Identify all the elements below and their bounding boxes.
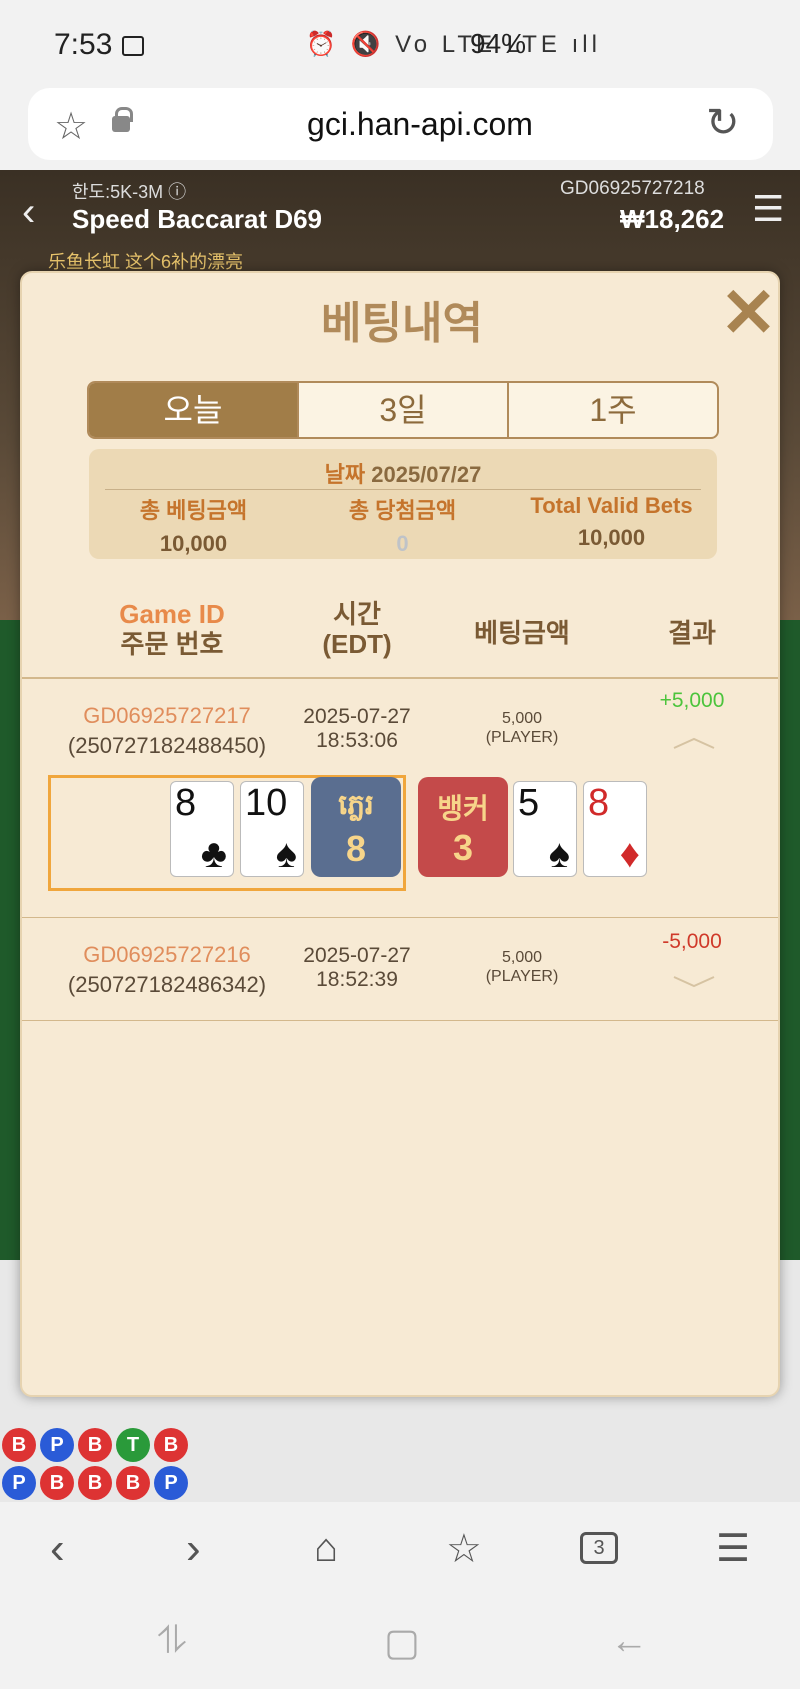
lock-icon[interactable]	[112, 107, 133, 132]
game-back-icon[interactable]: ‹	[22, 190, 35, 235]
bead-p: P	[2, 1466, 36, 1500]
row-amount: 5,000	[501, 710, 543, 727]
browser-nav-bar	[0, 1502, 800, 1594]
valid-bets: Total Valid Bets 10,000	[530, 493, 693, 550]
chevron-down-icon[interactable]	[672, 976, 716, 988]
menu-icon[interactable]: ☰	[716, 1526, 750, 1571]
bead-p: P	[40, 1428, 74, 1462]
status-bar: 7:53 ⏰ 🔇 Vo LTE LTE ıll 94%	[0, 0, 800, 86]
player-card-1: 8 ♣	[170, 781, 234, 877]
back-icon[interactable]: ←	[610, 1620, 648, 1663]
bet-history-modal: 베팅내역 ✕ 오늘 3일 1주 날짜 2025/07/27 총 베팅금액 10,…	[20, 271, 780, 1397]
bookmark-star-icon[interactable]: ☆	[446, 1526, 482, 1572]
row-game-id: GD06925727217	[83, 703, 251, 728]
bet-row[interactable]: GD06925727216 (250727182486342) 2025-07-…	[22, 918, 778, 1018]
url-text[interactable]: gci.han-api.com	[230, 106, 610, 143]
bead-b: B	[40, 1466, 74, 1500]
table-name: Speed Baccarat D69	[72, 204, 323, 234]
total-bet: 총 베팅금액 10,000	[139, 498, 248, 556]
row-amount: 5,000	[501, 949, 543, 966]
row-order-no: (250727182486342)	[67, 972, 267, 997]
bead-b: B	[154, 1428, 188, 1462]
bead-b: B	[78, 1428, 112, 1462]
chevron-up-icon[interactable]	[672, 737, 716, 749]
row-time: 18:52:39	[316, 968, 398, 991]
bead-p: P	[154, 1466, 188, 1500]
recent-apps-icon[interactable]: ⥮	[158, 1620, 186, 1663]
banker-score-tag: 뱅커 3	[418, 777, 508, 877]
summary-date: 날짜 2025/07/27	[324, 462, 482, 487]
period-tabs: 오늘 3일 1주	[87, 381, 719, 439]
close-icon[interactable]: ✕	[720, 279, 777, 347]
status-icons: ⏰ 🔇 Vo LTE LTE ıll	[306, 31, 601, 58]
header-bet-amount: 베팅금액	[474, 618, 570, 648]
bead-b: B	[116, 1466, 150, 1500]
row-result: -5,000	[662, 930, 722, 953]
bead-t: T	[116, 1428, 150, 1462]
home-icon[interactable]: ⌂	[314, 1526, 338, 1571]
row-date: 2025-07-27	[303, 944, 411, 967]
modal-title: 베팅내역	[321, 299, 483, 348]
bet-limit: 한도:5K-3M ⓘ	[72, 182, 187, 202]
bead-b: B	[2, 1428, 36, 1462]
row-date: 2025-07-27	[303, 705, 411, 728]
home-button-icon[interactable]: ▢	[384, 1620, 420, 1665]
balance: ₩18,262	[620, 204, 725, 234]
row-side: (PLAYER)	[485, 729, 559, 746]
player-score-tag: ភ្លេរ 8	[311, 777, 401, 877]
game-menu-icon[interactable]: ☰	[752, 188, 784, 230]
bookmark-star-icon[interactable]: ☆	[54, 104, 88, 149]
bet-row[interactable]: GD06925727217 (250727182488450) 2025-07-…	[22, 677, 778, 917]
row-side: (PLAYER)	[485, 968, 559, 985]
total-win: 총 당첨금액 0	[348, 498, 457, 556]
header-time: 시간 (EDT)	[322, 599, 392, 659]
status-time: 7:53	[54, 28, 113, 61]
tab-1week[interactable]: 1주	[509, 383, 717, 437]
row-time: 18:53:06	[316, 729, 398, 752]
banker-card-1: 5 ♠	[513, 781, 577, 877]
banker-card-2: 8 ♦	[583, 781, 647, 877]
header-game-id: Game ID 주문 번호	[119, 599, 225, 659]
current-game-id: GD06925727218	[560, 178, 705, 199]
round-cards: 8 ♣ 10 ♠ ភ្លេរ 8 뱅커 3 5 ♠ 8 ♦	[22, 769, 778, 899]
row-game-id: GD06925727216	[83, 942, 251, 967]
player-card-2: 10 ♠	[240, 781, 304, 877]
reload-icon[interactable]: ↻	[706, 100, 740, 146]
tabs-icon[interactable]: 3	[580, 1532, 618, 1564]
summary-panel: 날짜 2025/07/27 총 베팅금액 10,000 총 당첨금액 0 Tot…	[89, 449, 717, 559]
chevron-right-icon[interactable]: ›	[186, 1524, 201, 1574]
battery-level: 94%	[470, 28, 527, 59]
tab-3days[interactable]: 3일	[299, 383, 509, 437]
chevron-left-icon[interactable]: ‹	[50, 1524, 65, 1574]
tab-today[interactable]: 오늘	[89, 383, 299, 437]
gallery-notification-icon	[122, 36, 144, 56]
row-result: +5,000	[659, 689, 725, 712]
row-order-no: (250727182488450)	[67, 733, 267, 758]
bead-b: B	[78, 1466, 112, 1500]
header-result: 결과	[668, 618, 716, 648]
